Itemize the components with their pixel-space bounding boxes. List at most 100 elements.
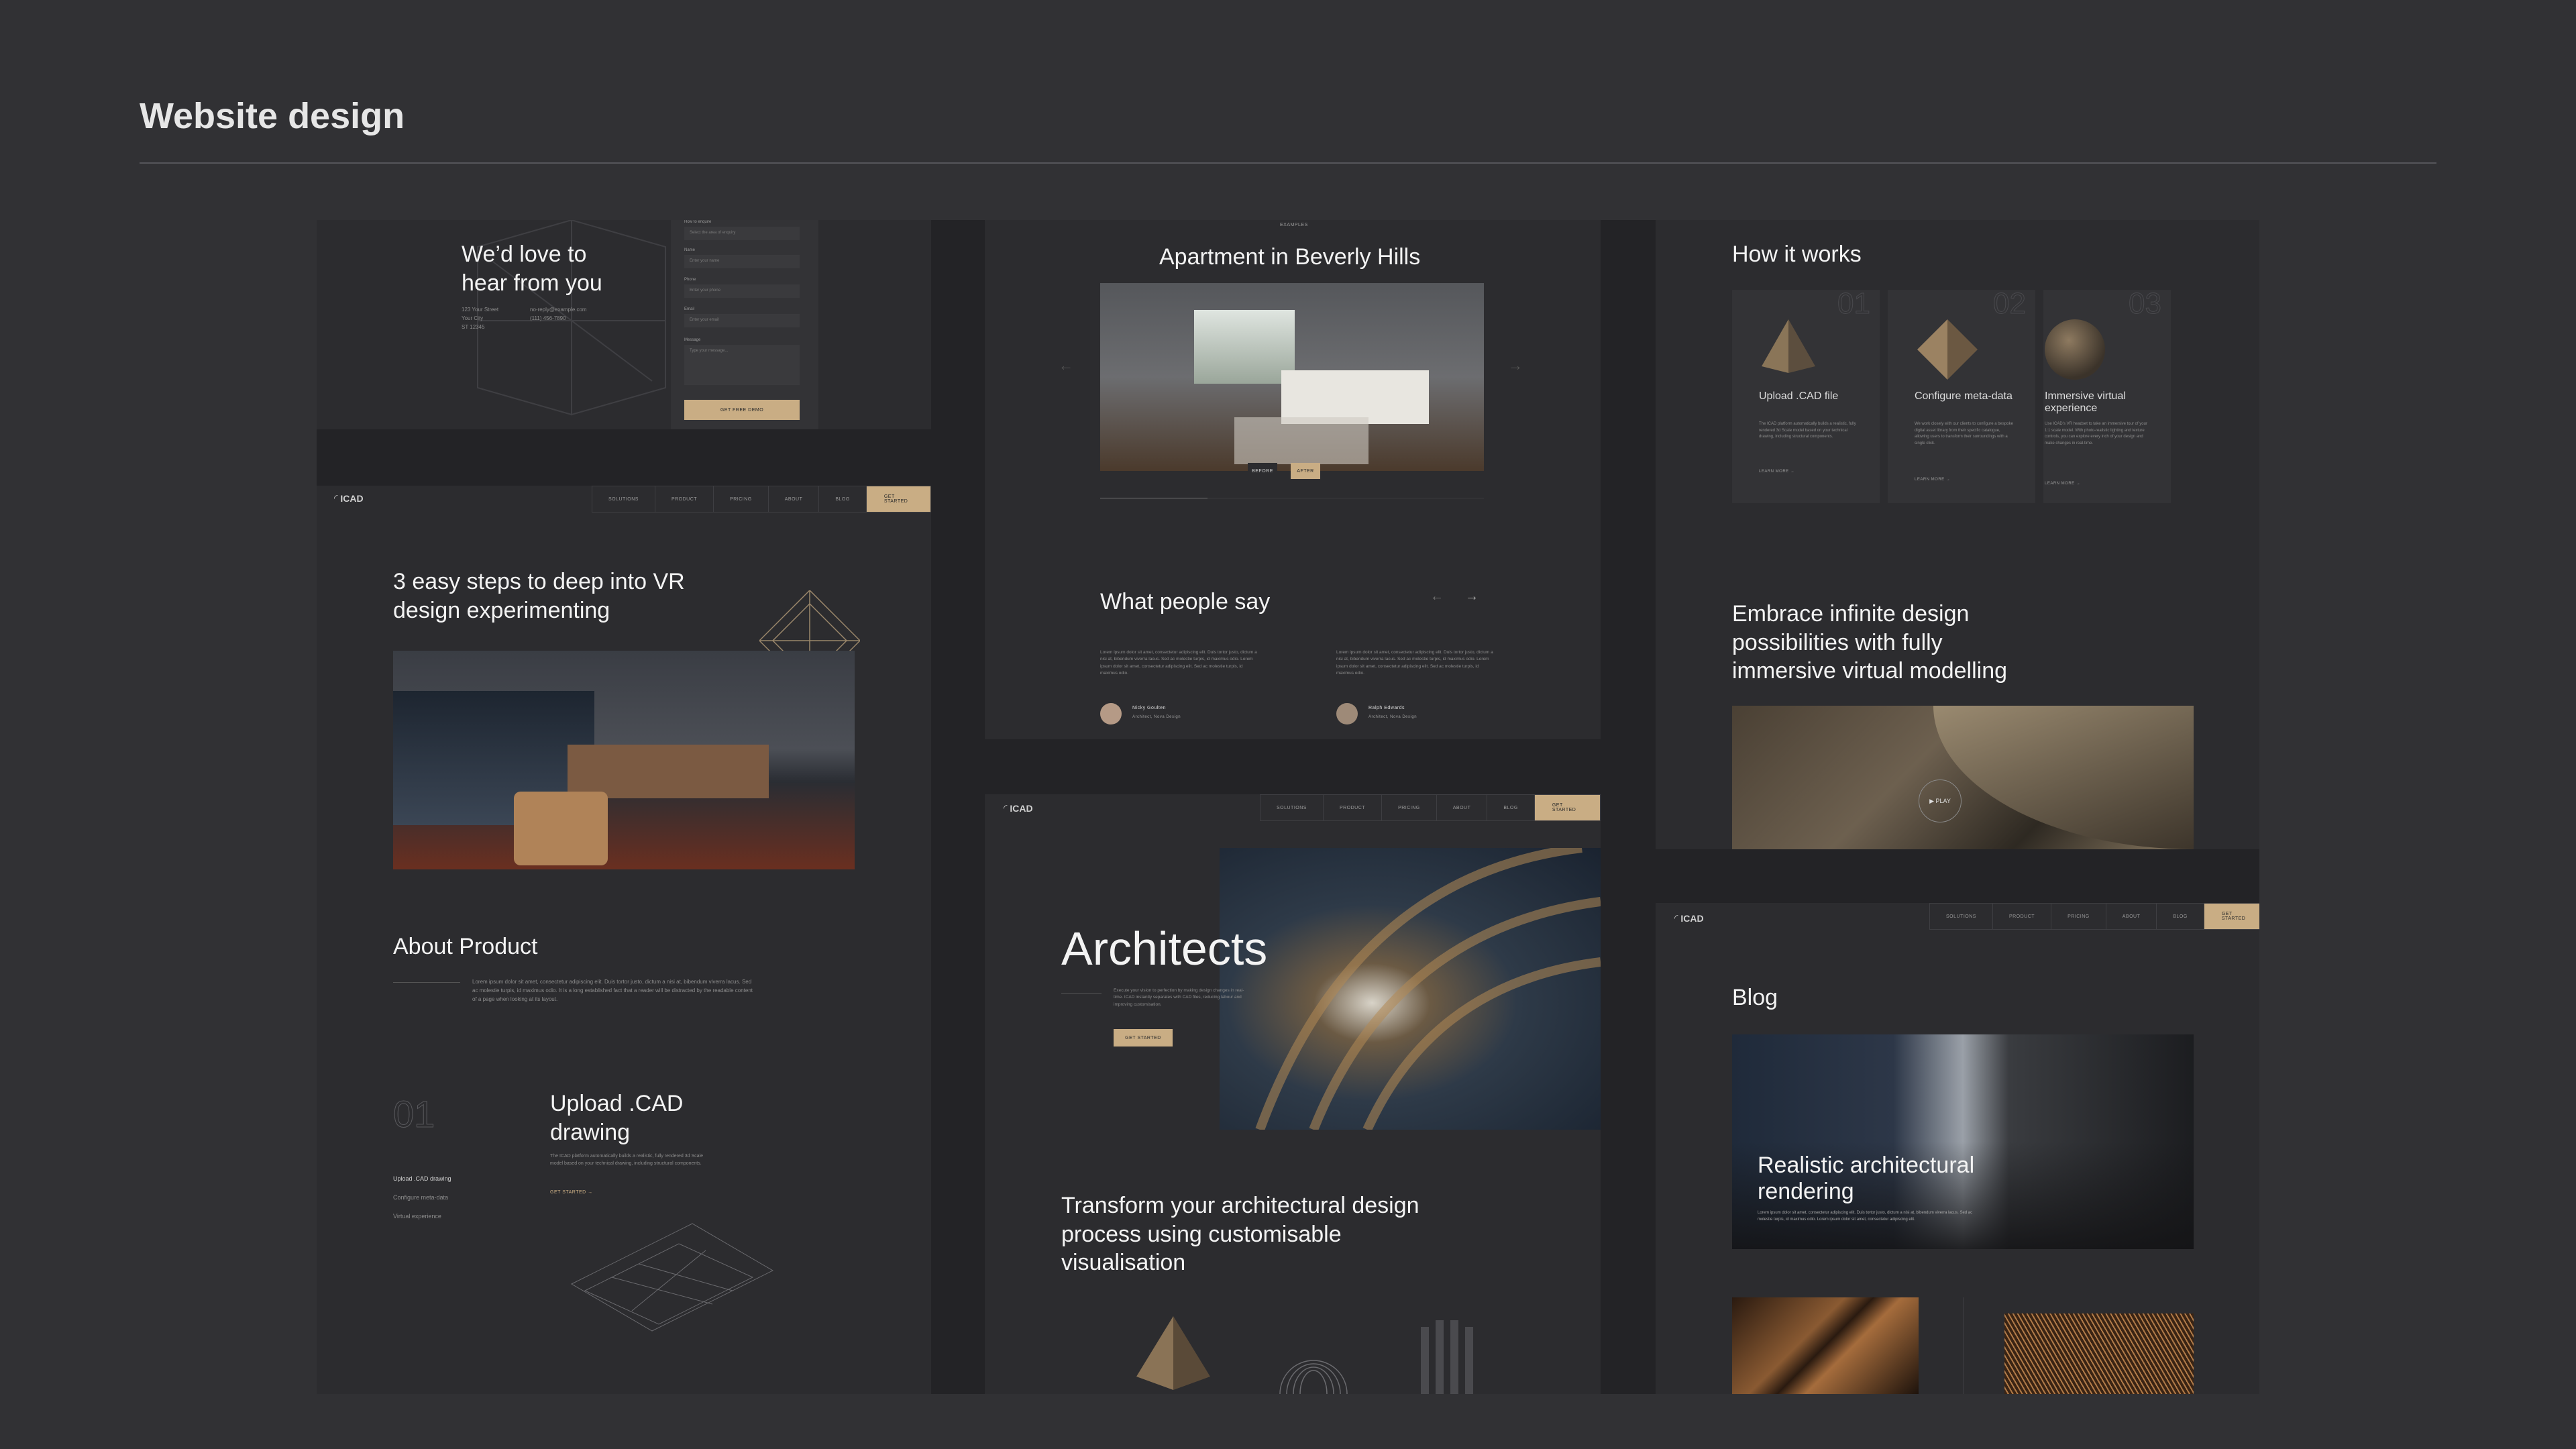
blog-feature-card[interactable]: Realistic architectural rendering Lorem … <box>1732 1034 2194 1249</box>
nav-product[interactable]: PRODUCT <box>1324 795 1383 820</box>
nav-solutions[interactable]: SOLUTIONS <box>1930 904 1993 929</box>
message-field[interactable]: Type your message... <box>684 345 800 385</box>
avatar <box>1336 703 1358 724</box>
transform-heading: Transform your architectural design proc… <box>1061 1193 1419 1275</box>
step-card-title: Configure meta-data <box>1915 390 2012 402</box>
about-divider <box>393 982 460 983</box>
how-it-works-panel: How it works 01 Upload .CAD file The ICA… <box>1656 220 2259 849</box>
next-arrow-icon[interactable]: → <box>1508 357 1523 374</box>
step-list-item-3[interactable]: Virtual experience <box>393 1213 451 1220</box>
contact-heading: We’d love to hear from you <box>462 241 602 296</box>
step-number: 01 <box>392 1093 435 1136</box>
form-top-label: How to enquire <box>684 220 712 224</box>
person-role-1: Architect, Nova Design <box>1132 715 1181 719</box>
get-free-demo-button[interactable]: GET FREE DEMO <box>684 400 800 420</box>
icad-logo[interactable]: ◜ ICAD <box>1004 802 1033 814</box>
email-field[interactable]: Enter your email <box>684 314 800 327</box>
cylinder-bars-icon <box>1421 1320 1473 1394</box>
testimonial-quote-2: Lorem ipsum dolor sit amet, consectetur … <box>1336 650 1493 676</box>
blog-panel: ◜ ICAD SOLUTIONS PRODUCT PRICING ABOUT BL… <box>1656 903 2259 1394</box>
diamond-icon <box>1917 319 1978 380</box>
architects-divider <box>1061 993 1102 994</box>
step-list: Upload .CAD drawing Configure meta-data … <box>393 1175 451 1232</box>
get-started-button[interactable]: GET STARTED <box>866 486 930 512</box>
step-card-link[interactable]: LEARN MORE → <box>1915 478 1950 482</box>
step-card-1[interactable]: 01 Upload .CAD file The ICAD platform au… <box>1732 287 1880 503</box>
middle-gap <box>985 739 1601 794</box>
blog-heading: Blog <box>1732 985 1778 1010</box>
blog-feature-title: Realistic architectural rendering <box>1758 1152 1975 1205</box>
nav-blog[interactable]: BLOG <box>2157 904 2204 929</box>
step-card-text: Use ICAD’s VR headset to take an immersi… <box>2045 422 2147 445</box>
play-icon: ▶ PLAY <box>1929 797 1951 804</box>
get-started-button[interactable]: GET STARTED <box>1534 795 1600 820</box>
pyramid-icon <box>1762 319 1815 373</box>
sphere-lines-icon <box>1279 1360 1348 1394</box>
testimonial-next-icon[interactable]: → <box>1465 589 1479 604</box>
examples-panel: EXAMPLES Apartment in Beverly Hills BEFO… <box>985 220 1601 739</box>
nav-product[interactable]: PRODUCT <box>1993 904 2052 929</box>
icad-logo[interactable]: ◜ ICAD <box>1674 912 1704 924</box>
about-text: Lorem ipsum dolor sit amet, consectetur … <box>472 979 753 1002</box>
architects-get-started-button[interactable]: GET STARTED <box>1114 1029 1173 1046</box>
nav-blog[interactable]: BLOG <box>819 486 867 512</box>
nav-pricing[interactable]: PRICING <box>714 486 769 512</box>
step-card-number: 03 <box>2129 287 2162 321</box>
step-card-number: 01 <box>1837 287 1871 321</box>
prev-arrow-icon[interactable]: ← <box>1059 357 1073 374</box>
nav-pricing[interactable]: PRICING <box>2051 904 2106 929</box>
step-card-title: Immersive virtual experience <box>2045 390 2126 414</box>
step-link[interactable]: GET STARTED → <box>550 1190 593 1195</box>
get-started-button[interactable]: GET STARTED <box>2204 904 2259 929</box>
contact-form: How to enquire Select the area of enquir… <box>671 220 818 429</box>
nav-solutions[interactable]: SOLUTIONS <box>592 486 655 512</box>
step-list-item-1[interactable]: Upload .CAD drawing <box>393 1175 451 1182</box>
message-label: Message <box>684 338 701 342</box>
step-text: The ICAD platform automatically builds a… <box>550 1154 703 1167</box>
logo-icon: ◜ <box>1674 912 1678 923</box>
testimonial-prev-icon[interactable]: ← <box>1430 589 1444 604</box>
blog-thumb-2[interactable] <box>2004 1313 2194 1394</box>
step-card-text: The ICAD platform automatically builds a… <box>1759 422 1856 439</box>
name-field[interactable]: Enter your name <box>684 255 800 268</box>
testimonial-quote-1: Lorem ipsum dolor sit amet, consectetur … <box>1100 650 1257 676</box>
tunnel-image <box>1220 848 1601 1130</box>
bedroom-image <box>1100 283 1484 471</box>
nav-product[interactable]: PRODUCT <box>655 486 714 512</box>
email-label: Email <box>684 307 695 311</box>
nav-blog[interactable]: BLOG <box>1487 795 1535 820</box>
step-list-item-2[interactable]: Configure meta-data <box>393 1194 451 1201</box>
how-heading: How it works <box>1732 241 1862 267</box>
step-card-link[interactable]: LEARN MORE → <box>1759 470 1794 474</box>
after-toggle[interactable]: AFTER <box>1291 463 1320 479</box>
nav-about[interactable]: ABOUT <box>2106 904 2157 929</box>
logo-icon: ◜ <box>1004 802 1008 813</box>
play-button[interactable]: ▶ PLAY <box>1919 780 1962 822</box>
nav-about[interactable]: ABOUT <box>1437 795 1488 820</box>
icad-logo[interactable]: ◜ ICAD <box>334 492 364 504</box>
testimonials-heading: What people say <box>1100 589 1271 614</box>
contact-phone[interactable]: (111) 456-7890 <box>530 315 587 323</box>
contact-email[interactable]: no-reply@example.com <box>530 306 587 315</box>
examples-heading: Apartment in Beverly Hills <box>1159 244 1421 270</box>
nav-pricing[interactable]: PRICING <box>1382 795 1437 820</box>
before-toggle[interactable]: BEFORE <box>1248 463 1277 479</box>
vr-steps-panel: ◜ ICAD SOLUTIONS PRODUCT PRICING ABOUT BL… <box>317 486 931 1394</box>
subject-select[interactable]: Select the area of enquiry <box>684 227 800 240</box>
left-gap <box>317 429 931 486</box>
name-label: Name <box>684 248 696 252</box>
nav-solutions[interactable]: SOLUTIONS <box>1260 795 1324 820</box>
phone-field[interactable]: Enter your phone <box>684 284 800 298</box>
curved-wood-image: ▶ PLAY <box>1732 706 2194 849</box>
step-card-link[interactable]: LEARN MORE → <box>2045 482 2080 486</box>
about-heading: About Product <box>393 934 538 959</box>
step-card-3[interactable]: 03 Immersive virtual experience Use ICAD… <box>2043 287 2171 503</box>
nav-about[interactable]: ABOUT <box>769 486 820 512</box>
avatar <box>1100 703 1122 724</box>
blog-thumb-1[interactable] <box>1732 1297 1919 1394</box>
logo-icon: ◜ <box>334 492 338 503</box>
contact-panel: We’d love to hear from you 123 Your Stre… <box>317 220 931 429</box>
step-card-2[interactable]: 02 Configure meta-data We work closely w… <box>1888 287 2035 503</box>
sphere-icon <box>2045 319 2105 380</box>
person-name-2: Ralph Edwards <box>1368 706 1405 710</box>
